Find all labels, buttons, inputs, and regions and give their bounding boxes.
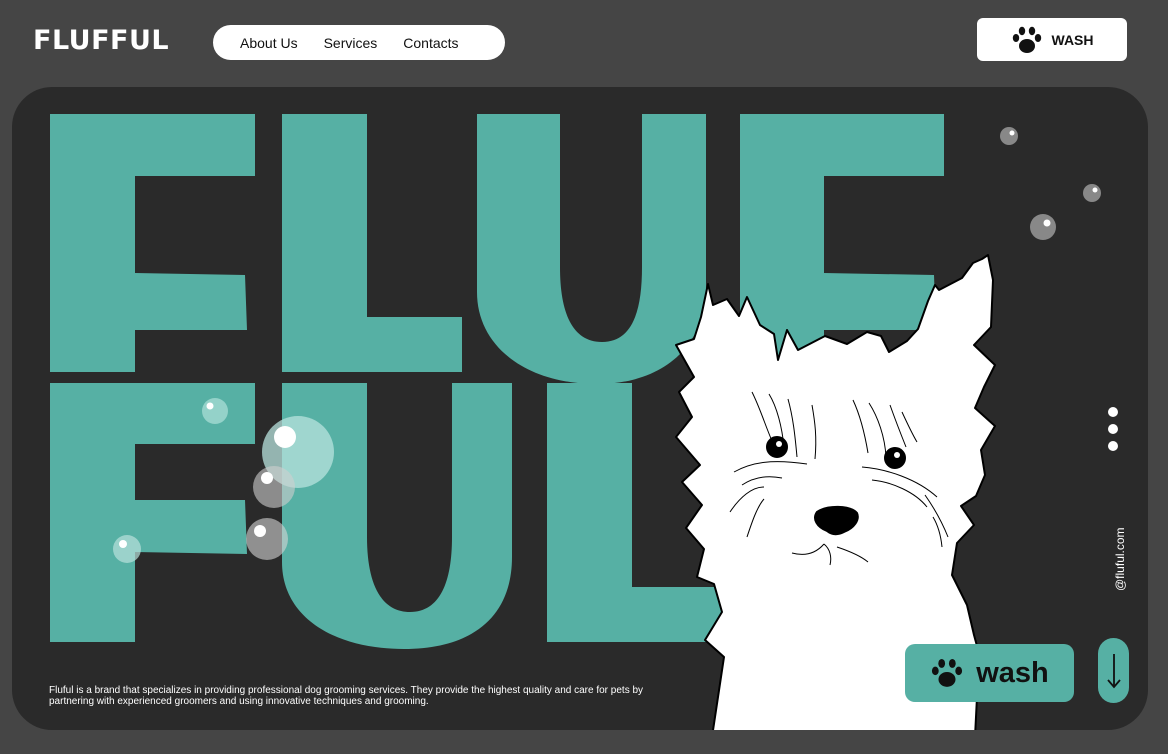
dot xyxy=(1108,407,1118,417)
nav-about-us[interactable]: About Us xyxy=(240,35,298,51)
site-url[interactable]: @fluful.com xyxy=(1113,501,1127,591)
brand-logo[interactable]: FLUFFUL xyxy=(33,25,169,56)
hero-panel: Fluful is a brand that specializes in pr… xyxy=(12,87,1148,730)
nav-services[interactable]: Services xyxy=(324,35,378,51)
main-nav: About Us Services Contacts xyxy=(213,25,505,60)
dot xyxy=(1108,424,1118,434)
scroll-down-button[interactable] xyxy=(1098,638,1129,703)
arrow-down-icon xyxy=(1106,653,1121,688)
more-menu-dots[interactable] xyxy=(1108,407,1118,451)
paw-icon xyxy=(1012,26,1041,53)
dot xyxy=(1108,441,1118,451)
header-wash-label: WASH xyxy=(1051,31,1094,48)
hero-wash-button[interactable]: wash xyxy=(905,644,1074,702)
header-wash-button[interactable]: WASH xyxy=(977,18,1127,61)
hero-description: Fluful is a brand that specializes in pr… xyxy=(49,685,644,707)
hero-artwork xyxy=(50,114,1101,730)
hero-wash-label: wash xyxy=(976,656,1049,689)
paw-icon xyxy=(932,658,963,687)
nav-contacts[interactable]: Contacts xyxy=(403,35,458,51)
